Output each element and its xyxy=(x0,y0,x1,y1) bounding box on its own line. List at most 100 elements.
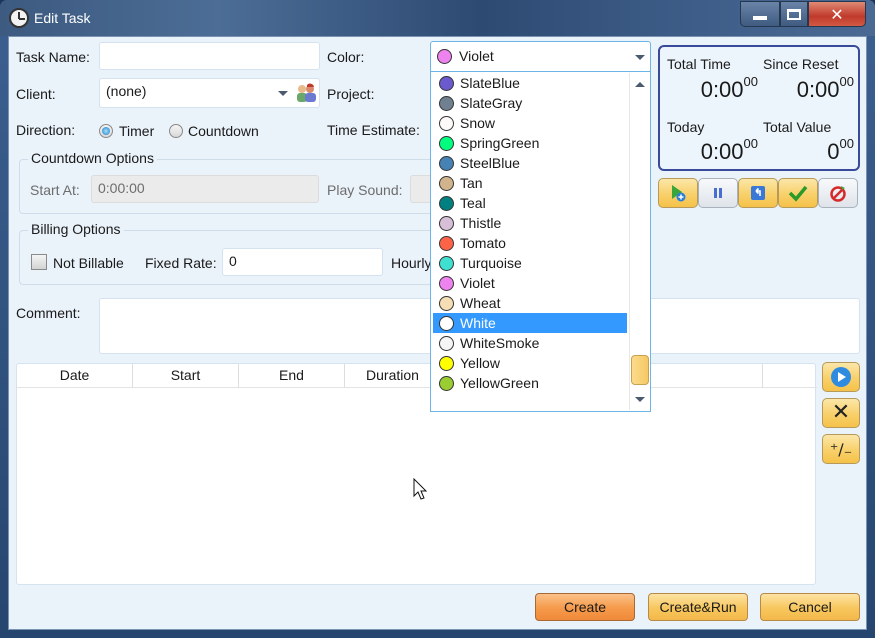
delete-entry-button[interactable]: ✕ xyxy=(822,398,860,428)
column-header-duration[interactable]: Duration xyxy=(345,364,441,388)
color-swatch xyxy=(439,215,454,231)
pause-button[interactable] xyxy=(698,178,738,208)
column-header-end[interactable]: End xyxy=(239,364,345,388)
add-entry-button[interactable] xyxy=(822,362,860,392)
color-dropdown-list: SlateBlue SlateGray Snow SpringGreen SteelBl… xyxy=(430,71,651,412)
reset-button[interactable] xyxy=(738,178,778,208)
color-swatch xyxy=(439,175,454,191)
today-label: Today xyxy=(667,119,705,135)
color-option-steelblue[interactable]: SteelBlue xyxy=(433,153,627,173)
title-bar[interactable]: Edit Task ✕ xyxy=(0,0,875,36)
column-header-extra-2[interactable] xyxy=(763,364,813,388)
color-option-label: Turquoise xyxy=(460,255,522,271)
color-option-tomato[interactable]: Tomato xyxy=(433,233,627,253)
scroll-up-icon[interactable] xyxy=(635,82,645,87)
not-billable-label[interactable]: Not Billable xyxy=(53,255,124,271)
close-button[interactable]: ✕ xyxy=(808,1,866,27)
edit-task-window: Edit Task ✕ Task Name: Color: Client: (n… xyxy=(0,0,875,638)
color-option-snow[interactable]: Snow xyxy=(433,113,627,133)
today-value: 0:0000 xyxy=(700,136,758,164)
start-add-button[interactable] xyxy=(658,178,698,208)
window-title: Edit Task xyxy=(34,10,91,26)
start-at-input[interactable]: 0:00:00 xyxy=(91,175,319,203)
complete-button[interactable] xyxy=(778,178,818,208)
cancel-button[interactable]: Cancel xyxy=(760,593,860,621)
countdown-options-group: Countdown Options Start At: 0:00:00 Play… xyxy=(19,150,440,214)
color-option-label: SlateGray xyxy=(460,95,523,111)
color-option-slategray[interactable]: SlateGray xyxy=(433,93,627,113)
scroll-down-icon[interactable] xyxy=(635,397,645,402)
color-option-wheat[interactable]: Wheat xyxy=(433,293,627,313)
color-option-teal[interactable]: Teal xyxy=(433,193,627,213)
color-swatch xyxy=(439,335,454,351)
scrollbar-thumb[interactable] xyxy=(631,355,649,385)
color-swatch xyxy=(439,95,454,111)
client-combobox[interactable]: (none) xyxy=(99,78,320,108)
color-combobox[interactable]: Violet xyxy=(430,41,651,72)
color-option-label: Thistle xyxy=(460,215,502,231)
color-option-whitesmoke[interactable]: WhiteSmoke xyxy=(433,333,627,353)
maximize-button[interactable] xyxy=(780,1,808,27)
total-time-value: 0:0000 xyxy=(700,74,758,102)
cancel-timer-icon xyxy=(830,186,846,202)
create-and-run-button[interactable]: Create&Run xyxy=(648,593,748,621)
color-option-thistle[interactable]: Thistle xyxy=(433,213,627,233)
color-option-yellow[interactable]: Yellow xyxy=(433,353,627,373)
color-option-turquoise[interactable]: Turquoise xyxy=(433,253,627,273)
start-at-label: Start At: xyxy=(30,182,80,198)
color-option-yellowgreen[interactable]: YellowGreen xyxy=(433,373,627,393)
adjust-entry-button[interactable]: ⁺∕₋ xyxy=(822,434,860,464)
color-option-label: Violet xyxy=(460,275,495,291)
color-option-label: YellowGreen xyxy=(460,375,539,391)
color-option-label: Teal xyxy=(460,195,486,211)
reset-icon xyxy=(751,186,765,200)
countdown-options-title: Countdown Options xyxy=(28,150,157,166)
color-label: Color: xyxy=(327,49,365,65)
time-estimate-label: Time Estimate: xyxy=(327,122,420,138)
column-header-date[interactable]: Date xyxy=(17,364,133,388)
color-swatch xyxy=(439,115,454,131)
countdown-radio-label[interactable]: Countdown xyxy=(188,123,259,139)
play-circle-icon xyxy=(831,367,851,387)
color-swatch xyxy=(439,375,454,391)
create-button[interactable]: Create xyxy=(535,593,635,621)
minimize-button[interactable] xyxy=(740,1,780,27)
dialog-body: Task Name: Color: Client: (none) Project… xyxy=(8,36,867,630)
time-entries-grid[interactable]: Date Start End Duration xyxy=(16,363,817,585)
dropdown-scrollbar[interactable] xyxy=(629,73,649,410)
x-icon: ✕ xyxy=(831,400,851,425)
chevron-down-icon xyxy=(278,91,288,96)
since-reset-value: 0:0000 xyxy=(796,74,854,102)
comment-label: Comment: xyxy=(16,305,81,321)
color-option-white[interactable]: White xyxy=(433,313,627,333)
selected-color-swatch xyxy=(437,49,452,64)
fixed-rate-input[interactable]: 0 xyxy=(222,248,383,276)
color-option-tan[interactable]: Tan xyxy=(433,173,627,193)
color-swatch xyxy=(439,135,454,151)
color-option-slateblue[interactable]: SlateBlue xyxy=(433,73,627,93)
clock-icon xyxy=(9,8,29,28)
color-swatch xyxy=(439,235,454,251)
not-billable-checkbox[interactable] xyxy=(31,254,47,270)
color-option-label: Yellow xyxy=(460,355,500,371)
color-swatch xyxy=(439,355,454,371)
color-option-label: SpringGreen xyxy=(460,135,540,151)
clients-icon[interactable] xyxy=(295,83,317,103)
cancel-timer-button[interactable] xyxy=(818,178,858,208)
column-header-start[interactable]: Start xyxy=(133,364,239,388)
color-swatch xyxy=(439,75,454,91)
task-name-input[interactable] xyxy=(99,42,320,70)
complete-check-icon xyxy=(788,185,808,202)
color-option-springgreen[interactable]: SpringGreen xyxy=(433,133,627,153)
color-swatch xyxy=(439,195,454,211)
billing-options-title: Billing Options xyxy=(28,221,124,237)
timer-radio-label[interactable]: Timer xyxy=(119,123,154,139)
countdown-radio[interactable] xyxy=(169,124,183,138)
color-swatch xyxy=(439,315,454,331)
color-option-label: WhiteSmoke xyxy=(460,335,540,351)
color-option-label: SteelBlue xyxy=(460,155,520,171)
timer-radio[interactable] xyxy=(99,124,113,138)
color-option-violet[interactable]: Violet xyxy=(433,273,627,293)
client-label: Client: xyxy=(16,86,56,102)
color-swatch xyxy=(439,255,454,271)
